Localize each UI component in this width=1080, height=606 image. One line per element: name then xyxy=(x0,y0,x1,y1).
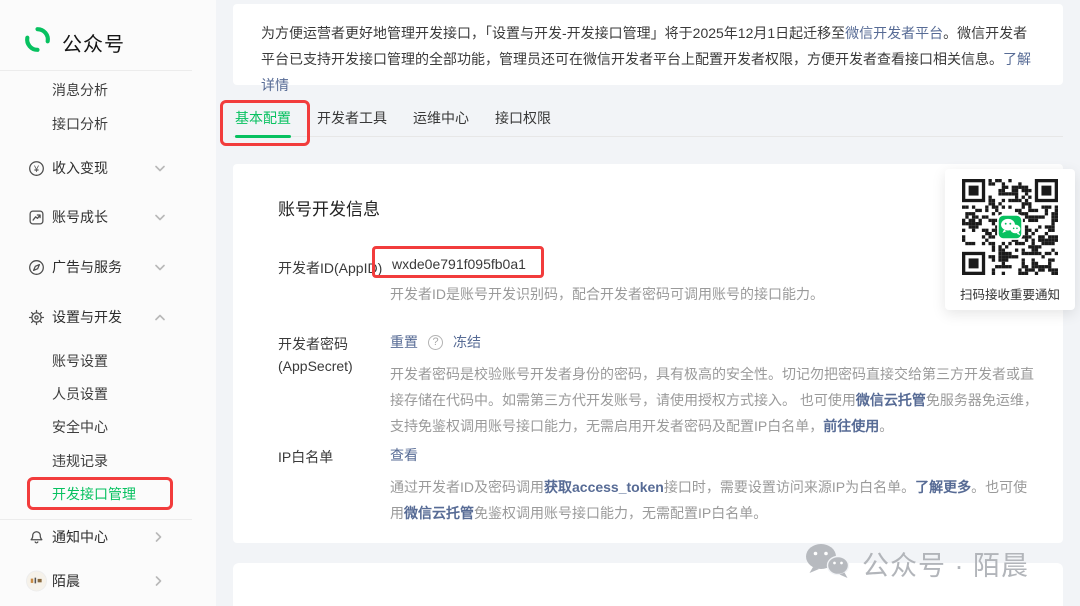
next-section-card xyxy=(233,563,1063,606)
compass-icon xyxy=(27,258,45,276)
ip-whitelist-row: IP白名单 查看 通过开发者ID及密码调用获取access_token接口时，需… xyxy=(278,445,1063,526)
cloud-hosting-link[interactable]: 微信云托管 xyxy=(404,505,474,521)
tabs-underline xyxy=(233,136,1063,137)
brand-name: 公众号 xyxy=(62,33,125,56)
appid-label: 开发者ID(AppID) xyxy=(278,260,383,276)
tab-basic-config[interactable]: 基本配置 xyxy=(235,108,291,138)
chevron-right-icon xyxy=(155,532,165,542)
chart-icon xyxy=(27,208,45,226)
config-tabs: 基本配置 开发者工具 运维中心 接口权限 xyxy=(235,108,551,138)
sidebar-divider xyxy=(0,519,192,520)
sidebar-item-label: 安全中心 xyxy=(52,419,108,435)
sidebar-item-label: 账号设置 xyxy=(52,353,108,369)
appsecret-help-icon[interactable]: ? xyxy=(428,334,443,350)
migration-notice-banner: 为方便运营者更好地管理开发接口，「设置与开发-开发接口管理」将于2025年12月… xyxy=(233,4,1063,93)
learn-more-ip-link[interactable]: 了解更多 xyxy=(915,479,971,495)
ip-desc-part: 免鉴权调用账号接口能力，无需配置IP白名单。 xyxy=(474,505,768,521)
qr-notification-card: 扫码接收重要通知 xyxy=(945,169,1075,310)
qr-caption: 扫码接收重要通知 xyxy=(959,288,1060,302)
sidebar-group-settings-dev[interactable]: 设置与开发 xyxy=(0,302,216,332)
sidebar-item-label: 人员设置 xyxy=(52,386,108,402)
sidebar-item-api-analytics[interactable]: 接口分析 xyxy=(0,109,216,139)
tab-ops-center[interactable]: 运维中心 xyxy=(413,108,469,130)
wechat-mp-console: 公众号 消息分析 接口分析 ¥ 收入变现 账号成长 广告与服务 设置与开发 账号… xyxy=(0,0,1080,606)
tab-developer-tools[interactable]: 开发者工具 xyxy=(317,108,387,130)
mp-logo-icon xyxy=(24,26,51,58)
gear-icon xyxy=(27,308,45,326)
sidebar-item-violation-records[interactable]: 违规记录 xyxy=(0,446,216,476)
chevron-down-icon xyxy=(155,262,165,272)
sidebar-item-label: 账号成长 xyxy=(52,209,108,225)
sidebar-account[interactable]: 陌晨 xyxy=(0,566,216,596)
sidebar-item-label: 消息分析 xyxy=(52,82,108,98)
ip-whitelist-label: IP白名单 xyxy=(278,449,334,465)
chevron-right-icon xyxy=(155,576,165,586)
account-name: 陌晨 xyxy=(52,573,80,589)
sidebar-item-security-center[interactable]: 安全中心 xyxy=(0,412,216,442)
wechat-devplatform-link[interactable]: 微信开发者平台 xyxy=(845,25,943,41)
appid-desc: 开发者ID是账号开发识别码，配合开发者密码可调用账号的接口能力。 xyxy=(390,286,824,302)
sidebar-item-message-analytics[interactable]: 消息分析 xyxy=(0,75,216,105)
sidebar-item-label: 收入变现 xyxy=(52,160,108,176)
sidebar-item-notification-center[interactable]: 通知中心 xyxy=(0,522,216,552)
brand-logo[interactable]: 公众号 xyxy=(24,26,125,58)
appsecret-label: 开发者密码(AppSecret) xyxy=(278,336,353,374)
chevron-down-icon xyxy=(155,163,165,173)
ip-whitelist-desc: 通过开发者ID及密码调用获取access_token接口时，需要设置访问来源IP… xyxy=(390,474,1038,526)
get-access-token-link[interactable]: 获取access_token xyxy=(544,479,664,495)
account-dev-info-card: 账号开发信息 开发者ID(AppID) wxde0e791f095fb0a1 开… xyxy=(233,164,1063,543)
qr-code xyxy=(962,179,1058,275)
appid-value: wxde0e791f095fb0a1 xyxy=(392,256,526,272)
sidebar-item-dev-api-management[interactable]: 开发接口管理 xyxy=(0,479,216,509)
appsecret-desc-part: 。 xyxy=(879,418,894,434)
svg-text:¥: ¥ xyxy=(33,163,39,173)
sidebar-item-label: 通知中心 xyxy=(52,529,108,545)
tab-api-permissions[interactable]: 接口权限 xyxy=(495,108,551,130)
ip-desc-part: 接口时，需要设置访问来源IP为白名单。 xyxy=(663,479,916,495)
appsecret-row: 开发者密码(AppSecret) 重置 ? 冻结 开发者密码是校验账号开发者身份… xyxy=(278,332,1063,439)
sidebar: 公众号 消息分析 接口分析 ¥ 收入变现 账号成长 广告与服务 设置与开发 账号… xyxy=(0,0,216,606)
chevron-down-icon xyxy=(155,212,165,222)
banner-text: 为方便运营者更好地管理开发接口，「设置与开发-开发接口管理」将于2025年12月… xyxy=(261,20,1035,98)
yen-circle-icon: ¥ xyxy=(27,159,45,177)
sidebar-item-label: 开发接口管理 xyxy=(52,486,136,502)
chevron-up-icon xyxy=(155,312,165,322)
sidebar-group-ads-services[interactable]: 广告与服务 xyxy=(0,252,216,282)
go-use-link[interactable]: 前往使用 xyxy=(823,418,879,434)
sidebar-item-staff-settings[interactable]: 人员设置 xyxy=(0,379,216,409)
appsecret-desc: 开发者密码是校验账号开发者身份的密码，具有极高的安全性。切记勿把密码直接交给第三… xyxy=(390,361,1038,439)
view-ip-whitelist-link[interactable]: 查看 xyxy=(390,445,418,465)
sidebar-item-label: 违规记录 xyxy=(52,453,108,469)
sidebar-divider xyxy=(0,70,192,71)
cloud-hosting-link[interactable]: 微信云托管 xyxy=(856,392,926,408)
banner-text-part: 为方便运营者更好地管理开发接口，「设置与开发-开发接口管理」将于2025年12月… xyxy=(261,25,846,41)
freeze-appsecret-link[interactable]: 冻结 xyxy=(453,332,481,352)
reset-appsecret-link[interactable]: 重置 xyxy=(390,332,418,352)
sidebar-item-label: 广告与服务 xyxy=(52,259,122,275)
sidebar-group-account-growth[interactable]: 账号成长 xyxy=(0,202,216,232)
sidebar-item-label: 接口分析 xyxy=(52,116,108,132)
sidebar-item-account-settings[interactable]: 账号设置 xyxy=(0,346,216,376)
ip-desc-part: 通过开发者ID及密码调用 xyxy=(390,479,544,495)
bell-icon xyxy=(27,528,45,546)
avatar xyxy=(26,570,47,592)
sidebar-item-label: 设置与开发 xyxy=(52,309,122,325)
qr-wechat-icon xyxy=(998,215,1022,239)
sidebar-group-monetization[interactable]: ¥ 收入变现 xyxy=(0,153,216,183)
